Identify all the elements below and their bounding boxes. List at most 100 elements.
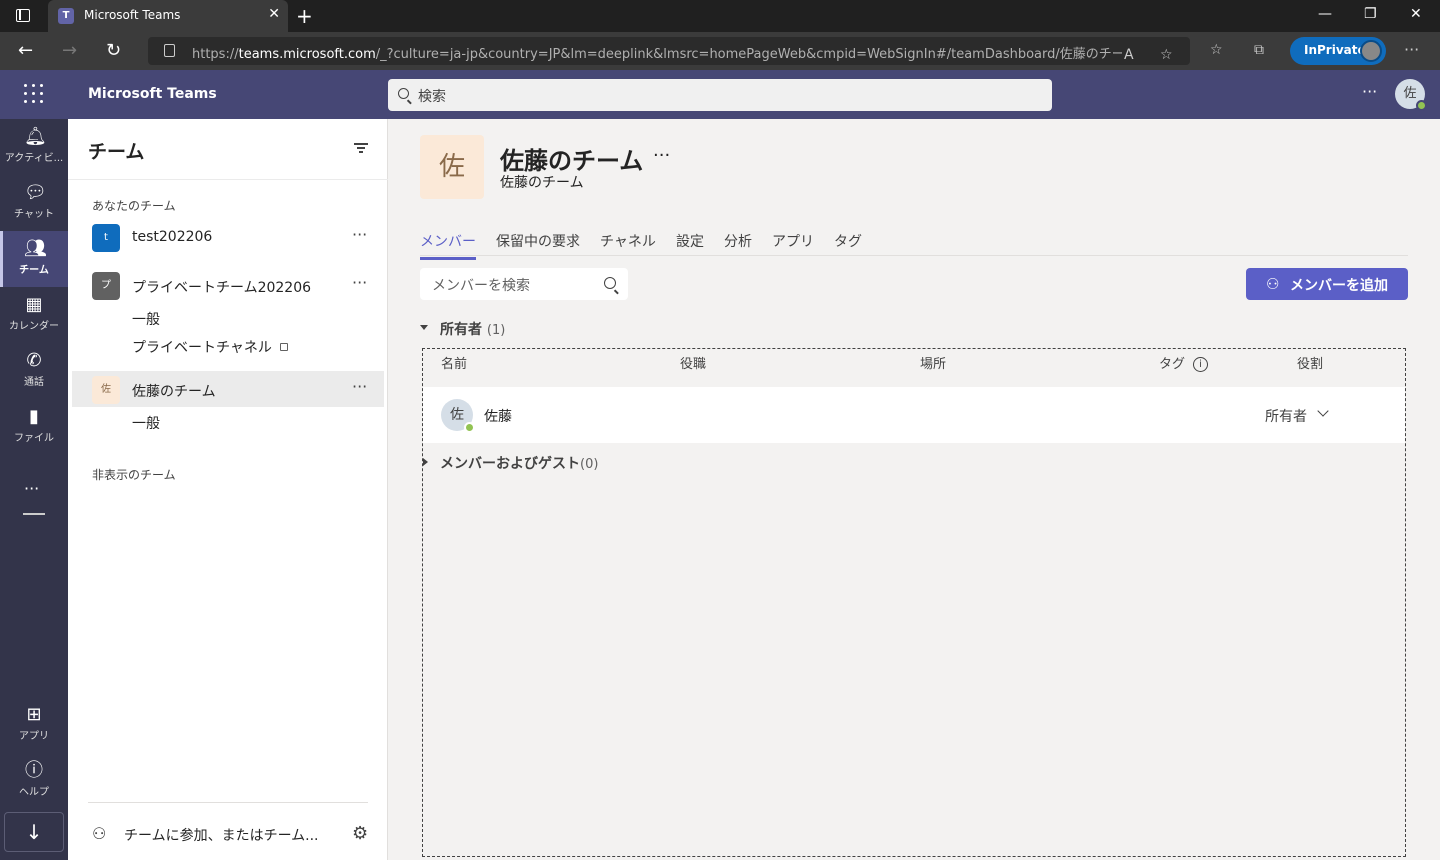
rail-item-chat[interactable]: 💬︎ チャット [0, 175, 68, 231]
rail-item-help[interactable]: ⓘ ヘルプ [0, 753, 68, 809]
app-title: Microsoft Teams [88, 86, 217, 102]
tab-actions-icon[interactable] [16, 9, 30, 22]
bell-icon: 🔔︎ [24, 126, 47, 147]
browser-tab-bar: T Microsoft Teams ✕ + — ❐ ✕ [0, 0, 1440, 32]
search-input[interactable]: 検索 [388, 79, 1052, 111]
tab-pending-requests[interactable]: 保留中の要求 [496, 231, 580, 257]
rail-label: カレンダー [9, 321, 59, 332]
column-role[interactable]: 役割 [1297, 353, 1323, 372]
lock-icon [279, 343, 288, 351]
rail-label: ヘルプ [19, 787, 49, 798]
channel-private[interactable]: プライベートチャネル [132, 337, 288, 357]
close-window-icon[interactable]: ✕ [1410, 6, 1422, 22]
minimize-icon[interactable]: — [1318, 6, 1332, 22]
more-options-icon[interactable]: ··· [1362, 82, 1377, 101]
role-dropdown[interactable]: 所有者 [1265, 406, 1307, 426]
collapse-owners-icon[interactable] [420, 325, 428, 330]
inprivate-button[interactable]: InPrivate [1290, 37, 1386, 65]
team-item-private[interactable]: プ プライベートチーム202206 ··· [72, 267, 384, 303]
table-row[interactable]: 佐 佐藤 所有者 [423, 387, 1405, 443]
channel-general[interactable]: 一般 [132, 413, 160, 433]
tab-apps[interactable]: アプリ [772, 231, 814, 257]
rail-label: チャット [14, 209, 54, 220]
teams-header: Microsoft Teams 検索 ··· 佐 [0, 70, 1440, 119]
channel-label: プライベートチャネル [132, 340, 272, 356]
channel-general[interactable]: 一般 [132, 309, 160, 329]
rail-item-apps[interactable]: ⊞ アプリ [0, 697, 68, 753]
rail-item-teams[interactable]: 👥︎ チーム [0, 231, 68, 287]
chevron-down-icon[interactable] [1317, 405, 1329, 417]
collections-icon[interactable]: ⧉ [1254, 42, 1264, 58]
members-guests-group-header[interactable]: メンバーおよびゲスト(0) [440, 453, 598, 473]
column-name[interactable]: 名前 [441, 353, 467, 372]
new-tab-icon[interactable]: + [296, 4, 313, 28]
teams-icon: 👥︎ [24, 238, 47, 259]
address-bar: ← → ↻ https://teams.microsoft.com/_?cult… [0, 32, 1440, 70]
column-location[interactable]: 場所 [920, 353, 946, 372]
gear-icon[interactable]: ⚙ [352, 823, 368, 844]
filter-icon[interactable] [354, 143, 368, 153]
team-item-sato[interactable]: 佐 佐藤のチーム ··· [72, 371, 384, 407]
restore-icon[interactable]: ❐ [1364, 6, 1377, 22]
favorite-add-icon[interactable]: ☆ [1160, 47, 1173, 63]
rail-label: ファイル [14, 433, 54, 444]
read-aloud-icon[interactable]: A [1124, 47, 1134, 63]
column-tags[interactable]: タグ i [1159, 353, 1209, 372]
search-icon [604, 277, 616, 289]
browser-tab[interactable]: T Microsoft Teams ✕ [48, 0, 288, 32]
profile-avatar [1360, 40, 1382, 62]
tab-settings[interactable]: 設定 [676, 231, 704, 257]
expand-members-icon[interactable] [423, 458, 428, 466]
close-tab-icon[interactable]: ✕ [268, 6, 280, 22]
team-name: プライベートチーム202206 [132, 280, 312, 296]
favorites-icon[interactable]: ☆ [1210, 42, 1223, 58]
settings-more-icon[interactable]: ··· [1404, 40, 1419, 59]
team-more-icon[interactable]: ··· [352, 377, 367, 396]
rail-item-calendar[interactable]: ▦ カレンダー [0, 287, 68, 343]
refresh-icon[interactable]: ↻ [106, 40, 121, 61]
hidden-teams-label[interactable]: 非表示のチーム [92, 466, 176, 483]
member-name: 佐藤 [484, 409, 512, 425]
tab-channels[interactable]: チャネル [600, 231, 656, 257]
presence-available-icon [464, 422, 475, 433]
phone-icon: ✆ [26, 350, 42, 371]
join-or-create-team-button[interactable]: ⚇ チームに参加、またはチーム... ⚙ [92, 822, 372, 846]
divider [420, 255, 1408, 256]
rail-item-calls[interactable]: ✆ 通話 [0, 343, 68, 399]
team-more-icon[interactable]: ··· [653, 145, 670, 166]
members-table: 名前 役職 場所 タグ i 役割 佐 佐藤 所有者 メンバーおよびゲスト(0) [422, 348, 1406, 857]
column-title[interactable]: 役職 [680, 353, 706, 372]
back-icon[interactable]: ← [18, 40, 33, 61]
rail-item-files[interactable]: ▮ ファイル [0, 399, 68, 455]
search-icon [398, 88, 409, 99]
forward-icon[interactable]: → [62, 40, 77, 61]
user-initial: 佐 [1403, 86, 1417, 101]
add-member-label: メンバーを追加 [1290, 278, 1388, 294]
member-search-input[interactable]: メンバーを検索 [420, 268, 628, 300]
app-rail: 🔔︎ アクティビ... 💬︎ チャット 👥︎ チーム ▦ カレンダー ✆ 通話 … [0, 119, 68, 860]
team-more-icon[interactable]: ··· [352, 273, 367, 292]
add-people-icon: ⚇ [92, 824, 107, 843]
team-badge: プ [92, 272, 120, 300]
group-count: (1) [486, 323, 506, 338]
add-member-button[interactable]: ⚇ メンバーを追加 [1246, 268, 1408, 300]
tab-tags[interactable]: タグ [834, 231, 862, 257]
presence-available-icon [1416, 100, 1427, 111]
file-icon: ▮ [29, 406, 39, 427]
group-title: 所有者 [440, 322, 482, 338]
team-item-test202206[interactable]: t test202206 ··· [72, 219, 384, 255]
info-icon[interactable]: i [1193, 357, 1209, 372]
owners-group-header[interactable]: 所有者 (1) [440, 319, 505, 339]
apps-icon: ⊞ [26, 704, 42, 725]
rail-item-activity[interactable]: 🔔︎ アクティビ... [0, 119, 68, 175]
tab-analytics[interactable]: 分析 [724, 231, 752, 257]
app-launcher-icon[interactable] [24, 84, 44, 104]
user-avatar[interactable]: 佐 [1395, 79, 1427, 111]
add-person-icon: ⚇ [1266, 275, 1280, 293]
lock-icon[interactable] [164, 44, 175, 57]
url-field[interactable]: https://teams.microsoft.com/_?culture=ja… [148, 37, 1190, 65]
team-more-icon[interactable]: ··· [352, 225, 367, 244]
more-apps-icon[interactable]: ··· [24, 479, 39, 498]
group-title: メンバーおよびゲスト [440, 456, 580, 472]
download-icon[interactable]: ↓ [4, 812, 64, 852]
